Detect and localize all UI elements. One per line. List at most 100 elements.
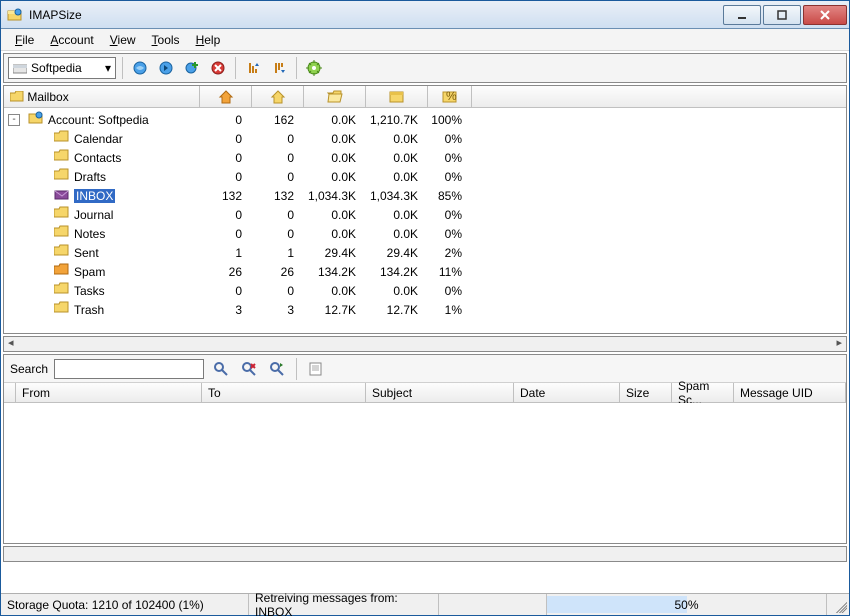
account-icon xyxy=(28,110,44,129)
toolbar-connect-button[interactable] xyxy=(129,57,151,79)
window-title: IMAPSize xyxy=(29,8,82,22)
tree-row[interactable]: INBOX1321321,034.3K1,034.3K85% xyxy=(4,186,846,205)
col-to[interactable]: To xyxy=(202,383,366,402)
toolbar-stop-button[interactable] xyxy=(207,57,229,79)
col-size-direct[interactable] xyxy=(304,86,366,107)
col-mailbox[interactable]: Mailbox xyxy=(4,86,200,107)
mailbox-tree[interactable]: -Account: Softpedia01620.0K1,210.7K100%C… xyxy=(4,108,846,333)
mailbox-panel: Mailbox % -Account: Softpedia01620.0K1,2… xyxy=(3,85,847,334)
resize-grip[interactable] xyxy=(827,594,849,615)
maximize-button[interactable] xyxy=(763,5,801,25)
col-percent[interactable]: % xyxy=(428,86,472,107)
statusbar: Storage Quota: 1210 of 102400 (1%) Retre… xyxy=(1,593,849,615)
col-count-direct[interactable] xyxy=(200,86,252,107)
menu-file[interactable]: File xyxy=(7,31,42,49)
tree-row[interactable]: Sent1129.4K29.4K2% xyxy=(4,243,846,262)
message-columns: From To Subject Date Size Spam Sc... Mes… xyxy=(4,383,846,403)
search-input[interactable] xyxy=(54,359,204,379)
status-empty xyxy=(439,594,547,615)
search-label: Search xyxy=(10,362,48,376)
tree-label: Spam xyxy=(74,265,105,279)
col-from[interactable]: From xyxy=(16,383,202,402)
toolbar-sort-desc-button[interactable] xyxy=(268,57,290,79)
status-progress-text: 50% xyxy=(547,594,826,615)
tree-label: INBOX xyxy=(74,189,115,203)
toolbar-settings-button[interactable] xyxy=(303,57,325,79)
house-yellow-icon xyxy=(270,89,286,105)
folder-icon xyxy=(54,262,70,281)
tree-label: Journal xyxy=(74,208,113,222)
menu-help[interactable]: Help xyxy=(188,31,229,49)
grip-icon xyxy=(833,599,847,613)
tree-row-account[interactable]: -Account: Softpedia01620.0K1,210.7K100% xyxy=(4,110,846,129)
house-orange-icon xyxy=(218,89,234,105)
search-find-button[interactable] xyxy=(210,358,232,380)
tree-label: Sent xyxy=(74,246,99,260)
folder-icon xyxy=(54,281,70,300)
drive-icon xyxy=(13,63,27,74)
col-spam-score[interactable]: Spam Sc... xyxy=(672,383,734,402)
col-date[interactable]: Date xyxy=(514,383,620,402)
tree-label: Calendar xyxy=(74,132,123,146)
tree-row[interactable]: Spam2626134.2K134.2K11% xyxy=(4,262,846,281)
main-window: IMAPSize File Account View Tools Help So… xyxy=(0,0,850,616)
folder-icon xyxy=(54,243,70,262)
tree-label: Contacts xyxy=(74,151,121,165)
col-size-total[interactable] xyxy=(366,86,428,107)
toolbar-sort-asc-button[interactable] xyxy=(242,57,264,79)
tree-label: Trash xyxy=(74,303,104,317)
expander-icon[interactable]: - xyxy=(8,114,20,126)
tree-row[interactable]: Trash3312.7K12.7K1% xyxy=(4,300,846,319)
col-handle[interactable] xyxy=(4,383,16,402)
tree-label: Notes xyxy=(74,227,105,241)
tree-row[interactable]: Contacts000.0K0.0K0% xyxy=(4,148,846,167)
app-icon xyxy=(7,7,23,23)
message-view-button[interactable] xyxy=(305,358,327,380)
toolbar: Softpedia ▾ xyxy=(3,53,847,83)
toolbar-refresh-button[interactable] xyxy=(155,57,177,79)
tree-label: Account: Softpedia xyxy=(48,113,149,127)
message-panel: Search From To Subject Date Size Spam Sc… xyxy=(3,354,847,544)
col-size[interactable]: Size xyxy=(620,383,672,402)
folder-boxed-icon xyxy=(389,89,405,105)
folder-icon xyxy=(54,129,70,148)
status-quota: Storage Quota: 1210 of 102400 (1%) xyxy=(1,594,249,615)
tree-row[interactable]: Tasks000.0K0.0K0% xyxy=(4,281,846,300)
search-advanced-button[interactable] xyxy=(266,358,288,380)
titlebar: IMAPSize xyxy=(1,1,849,29)
folder-icon xyxy=(54,300,70,319)
folder-icon xyxy=(54,205,70,224)
close-button[interactable] xyxy=(803,5,847,25)
toolbar-add-account-button[interactable] xyxy=(181,57,203,79)
menu-tools[interactable]: Tools xyxy=(144,31,188,49)
col-count-total[interactable] xyxy=(252,86,304,107)
status-progress: 50% xyxy=(547,594,827,615)
folder-open-icon xyxy=(327,89,343,105)
svg-text:%: % xyxy=(446,89,457,103)
message-list[interactable] xyxy=(4,403,846,543)
status-message: Retreiving messages from: INBOX xyxy=(249,594,439,615)
folder-icon xyxy=(54,148,70,167)
folder-icon xyxy=(54,167,70,186)
chevron-down-icon: ▾ xyxy=(105,61,111,75)
account-combo-text: Softpedia xyxy=(31,61,82,75)
bottom-splitter[interactable] xyxy=(3,546,847,562)
minimize-button[interactable] xyxy=(723,5,761,25)
search-clear-button[interactable] xyxy=(238,358,260,380)
tree-row[interactable]: Drafts000.0K0.0K0% xyxy=(4,167,846,186)
folder-icon xyxy=(54,186,70,205)
folder-percent-icon: % xyxy=(442,89,458,105)
tree-label: Drafts xyxy=(74,170,106,184)
tree-row[interactable]: Notes000.0K0.0K0% xyxy=(4,224,846,243)
menu-view[interactable]: View xyxy=(102,31,144,49)
tree-label: Tasks xyxy=(74,284,105,298)
tree-row[interactable]: Journal000.0K0.0K0% xyxy=(4,205,846,224)
tree-row[interactable]: Calendar000.0K0.0K0% xyxy=(4,129,846,148)
folder-icon xyxy=(54,224,70,243)
menu-account[interactable]: Account xyxy=(42,31,101,49)
col-subject[interactable]: Subject xyxy=(366,383,514,402)
horizontal-splitter[interactable] xyxy=(3,336,847,352)
col-message-uid[interactable]: Message UID xyxy=(734,383,846,402)
account-combo[interactable]: Softpedia ▾ xyxy=(8,57,116,79)
folder-icon xyxy=(10,91,24,102)
